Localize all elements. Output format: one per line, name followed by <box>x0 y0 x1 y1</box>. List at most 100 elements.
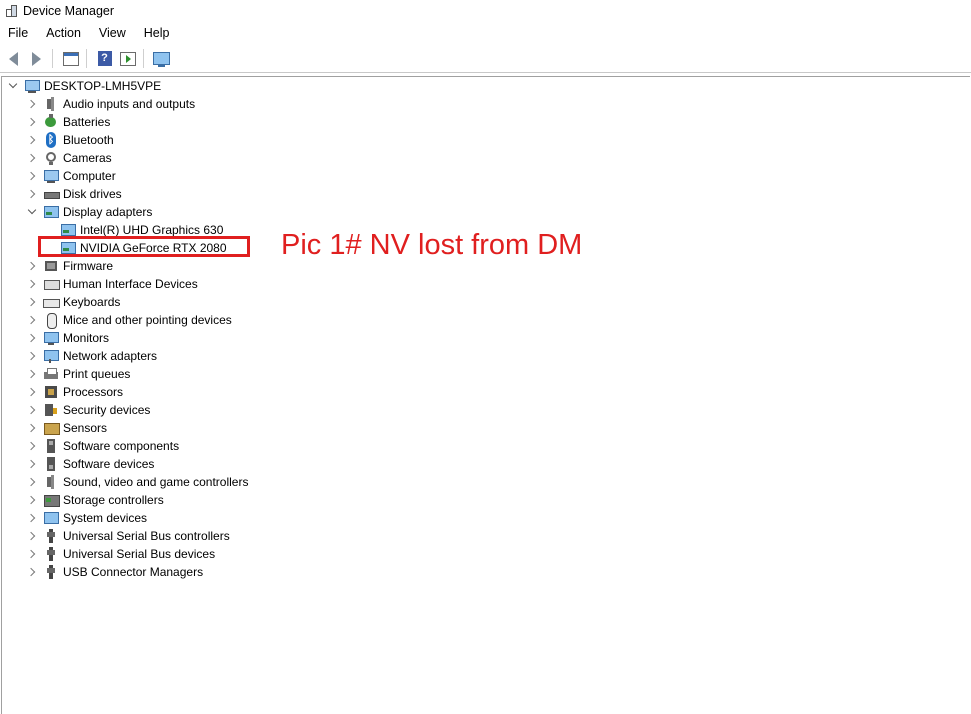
chevron-right-icon[interactable] <box>25 527 39 545</box>
tree-category[interactable]: Batteries <box>25 113 110 131</box>
back-arrow-icon[interactable] <box>3 48 24 69</box>
scan-monitor-icon[interactable] <box>151 48 172 69</box>
camera-icon <box>43 150 59 166</box>
tree-category-label: Cameras <box>63 151 112 165</box>
chevron-right-icon[interactable] <box>25 401 39 419</box>
tree-category[interactable]: Security devices <box>25 401 150 419</box>
help-icon[interactable]: ? <box>94 48 115 69</box>
chevron-right-icon[interactable] <box>25 293 39 311</box>
tree-category[interactable]: Computer <box>25 167 116 185</box>
tree-category-label: Mice and other pointing devices <box>63 313 232 327</box>
chevron-right-icon[interactable] <box>25 383 39 401</box>
menu-help[interactable]: Help <box>135 26 179 40</box>
chevron-right-icon[interactable] <box>25 311 39 329</box>
tree-category-label: Universal Serial Bus controllers <box>63 529 230 543</box>
battery-icon <box>43 114 59 130</box>
chevron-right-icon[interactable] <box>25 545 39 563</box>
monitor-icon <box>43 330 59 346</box>
chevron-right-icon[interactable] <box>25 257 39 275</box>
tree-category[interactable]: Disk drives <box>25 185 122 203</box>
forward-arrow-icon[interactable] <box>26 48 47 69</box>
menu-bar: File Action View Help <box>0 23 971 43</box>
menu-action[interactable]: Action <box>37 26 90 40</box>
tree-category[interactable]: Sound, video and game controllers <box>25 473 248 491</box>
tree-category-label: Bluetooth <box>63 133 114 147</box>
chevron-right-icon[interactable] <box>25 347 39 365</box>
tree-category[interactable]: Human Interface Devices <box>25 275 198 293</box>
tree-category-label: Software components <box>63 439 180 453</box>
tree-category[interactable]: Audio inputs and outputs <box>25 95 195 113</box>
menu-view[interactable]: View <box>90 26 135 40</box>
tree-category[interactable]: ᛒ Bluetooth <box>25 131 114 149</box>
tree-root-label: DESKTOP-LMH5VPE <box>44 79 162 93</box>
chevron-down-icon[interactable] <box>6 77 20 95</box>
chevron-right-icon[interactable] <box>25 437 39 455</box>
tree-category[interactable]: USB Connector Managers <box>25 563 203 581</box>
usb-device-icon <box>43 546 59 562</box>
toolbar-separator <box>143 49 144 68</box>
tree-category-label: Monitors <box>63 331 110 345</box>
keyboard-icon <box>43 294 60 310</box>
tree-category-label: Storage controllers <box>63 493 164 507</box>
tree-category-label: Batteries <box>63 115 111 129</box>
chevron-down-icon[interactable] <box>25 203 39 221</box>
tree-category-label: Human Interface Devices <box>63 277 198 291</box>
tree-category-label: Print queues <box>63 367 131 381</box>
computer-icon <box>43 168 59 184</box>
menu-file[interactable]: File <box>0 26 37 40</box>
tree-category[interactable]: Storage controllers <box>25 491 164 509</box>
tree-category-label: Audio inputs and outputs <box>63 97 196 111</box>
tree-category[interactable]: Monitors <box>25 329 109 347</box>
tree-category[interactable]: Cameras <box>25 149 112 167</box>
toolbar-separator <box>86 49 87 68</box>
tree-category-label: Disk drives <box>63 187 122 201</box>
chevron-right-icon[interactable] <box>25 131 39 149</box>
chevron-right-icon[interactable] <box>25 491 39 509</box>
processor-icon <box>43 384 59 400</box>
tree-category[interactable]: Display adapters <box>25 203 152 221</box>
network-adapter-icon <box>43 348 59 364</box>
tree-category[interactable]: Mice and other pointing devices <box>25 311 232 329</box>
tree-root[interactable]: DESKTOP-LMH5VPE <box>6 77 161 95</box>
tree-category[interactable]: Software components <box>25 437 179 455</box>
tree-category-label: Computer <box>63 169 116 183</box>
disk-drive-icon <box>43 186 60 202</box>
chevron-right-icon[interactable] <box>25 563 39 581</box>
chevron-right-icon[interactable] <box>25 167 39 185</box>
chevron-right-icon[interactable] <box>25 113 39 131</box>
chevron-right-icon[interactable] <box>25 95 39 113</box>
tree-category[interactable]: System devices <box>25 509 147 527</box>
chevron-right-icon[interactable] <box>25 275 39 293</box>
tree-category[interactable]: Sensors <box>25 419 107 437</box>
chevron-right-icon[interactable] <box>25 455 39 473</box>
tree-category[interactable]: Universal Serial Bus controllers <box>25 527 230 545</box>
tree-category-label: Universal Serial Bus devices <box>63 547 216 561</box>
chevron-right-icon[interactable] <box>25 365 39 383</box>
update-driver-icon[interactable] <box>117 48 138 69</box>
tree-category-label: Security devices <box>63 403 151 417</box>
tree-category[interactable]: Universal Serial Bus devices <box>25 545 215 563</box>
chevron-right-icon[interactable] <box>25 329 39 347</box>
tree-category[interactable]: Software devices <box>25 455 154 473</box>
properties-icon[interactable] <box>60 48 81 69</box>
title-bar: Device Manager <box>0 0 971 22</box>
printer-icon <box>43 366 59 382</box>
tree-category[interactable]: Network adapters <box>25 347 157 365</box>
tree-category[interactable]: Print queues <box>25 365 130 383</box>
computer-icon <box>24 78 40 94</box>
storage-controller-icon <box>43 492 60 508</box>
tree-category[interactable]: Processors <box>25 383 123 401</box>
tree-category[interactable]: Firmware <box>25 257 113 275</box>
chevron-right-icon[interactable] <box>25 419 39 437</box>
software-device-icon <box>43 456 59 472</box>
device-tree-panel <box>1 76 970 714</box>
speaker-icon <box>43 96 59 112</box>
chevron-right-icon[interactable] <box>25 185 39 203</box>
chevron-right-icon[interactable] <box>25 509 39 527</box>
tree-category-label: System devices <box>63 511 148 525</box>
chevron-right-icon[interactable] <box>25 149 39 167</box>
annotation-highlight-box <box>38 236 250 257</box>
chevron-right-icon[interactable] <box>25 473 39 491</box>
toolbar-separator <box>52 49 53 68</box>
tree-category[interactable]: Keyboards <box>25 293 120 311</box>
